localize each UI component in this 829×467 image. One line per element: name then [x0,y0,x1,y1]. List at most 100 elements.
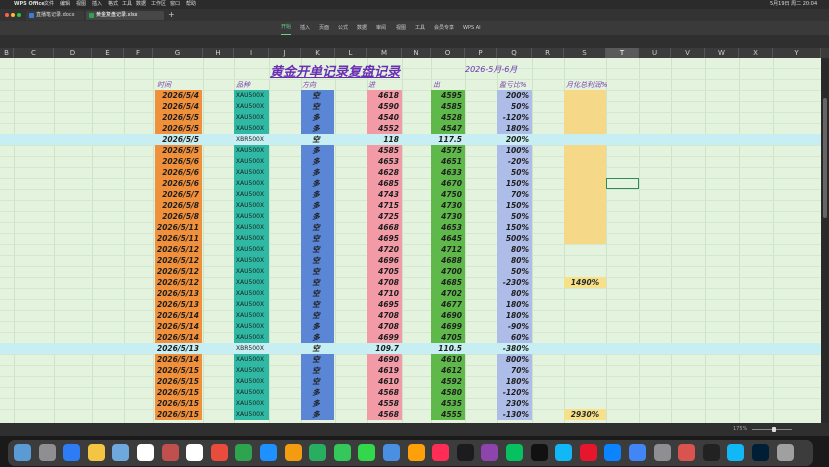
product-cell[interactable]: XAU500X [234,255,266,266]
date-cell[interactable]: 2026/5/15 [155,387,199,398]
header-profit[interactable]: 盈亏比% [499,80,527,90]
date-cell[interactable]: 2026/5/5 [155,145,199,156]
contacts-icon[interactable] [161,444,179,461]
ribbon-tab-formula[interactable]: 公式 [338,21,348,35]
column-header-O[interactable]: O [431,48,465,58]
menu-item-help[interactable]: 帮助 [186,0,196,9]
zoom-level[interactable]: 175% [733,423,747,436]
entry-cell[interactable]: 4725 [367,211,399,222]
ribbon-tab-wps-ai[interactable]: WPS AI [463,21,481,35]
exit-cell[interactable]: 4688 [431,255,462,266]
header-exit[interactable]: 出 [433,80,440,90]
direction-cell[interactable]: 空 [301,299,331,310]
date-cell[interactable]: 2026/5/13 [155,288,199,299]
photoshop-icon[interactable] [752,444,769,461]
exit-cell[interactable]: 117.5 [431,134,462,145]
date-cell[interactable]: 2026/5/6 [155,178,199,189]
qq-icon[interactable] [555,444,573,461]
entry-cell[interactable]: 4695 [367,233,399,244]
ribbon-tab-review[interactable]: 审阅 [376,21,386,35]
exit-cell[interactable]: 4585 [431,101,462,112]
profit-cell[interactable]: 100% [497,145,529,156]
date-cell[interactable]: 2026/5/15 [155,398,199,409]
profit-cell[interactable]: 200% [497,90,529,101]
column-header-J[interactable]: J [269,48,301,58]
product-cell[interactable]: XAU500X [234,376,266,387]
reminders-icon[interactable] [186,444,204,461]
profit-cell[interactable]: -130% [497,409,529,420]
column-header-K[interactable]: K [301,48,335,58]
profit-cell[interactable]: 200% [497,134,529,145]
product-cell[interactable]: XAU500X [234,233,266,244]
ribbon-tab-home[interactable]: 开始 [281,21,292,35]
direction-cell[interactable]: 空 [301,343,331,354]
date-cell[interactable]: 2026/5/14 [155,321,199,332]
direction-cell[interactable]: 多 [301,167,331,178]
column-header-L[interactable]: L [335,48,367,58]
exit-cell[interactable]: 4612 [431,365,462,376]
header-monthly[interactable]: 月化总利润% [566,80,608,90]
photo2-icon[interactable] [407,444,425,461]
exit-cell[interactable]: 4580 [431,387,462,398]
profit-cell[interactable]: 150% [497,200,529,211]
exit-cell[interactable]: 4595 [431,90,462,101]
facetime-icon[interactable] [358,444,376,461]
product-cell[interactable]: XAU500X [234,387,266,398]
date-cell[interactable]: 2026/5/12 [155,255,199,266]
exit-cell[interactable]: 4555 [431,409,462,420]
qq2-icon[interactable] [727,444,745,461]
product-cell[interactable]: XAU500X [234,145,266,156]
menu-item-data[interactable]: 数据 [136,0,146,9]
direction-cell[interactable]: 多 [301,145,331,156]
direction-cell[interactable]: 多 [301,321,331,332]
product-cell[interactable]: XAU500X [234,409,266,420]
menu-item-window[interactable]: 窗口 [170,0,180,9]
product-cell[interactable]: XAU500X [234,178,266,189]
direction-cell[interactable]: 空 [301,101,331,112]
profit-cell[interactable]: 180% [497,310,529,321]
direction-cell[interactable]: 空 [301,354,331,365]
direction-cell[interactable]: 空 [301,277,331,288]
header-product[interactable]: 品种 [236,80,250,90]
tab-document[interactable]: 直播笔记录.docx [26,11,84,20]
column-header-U[interactable]: U [639,48,671,58]
direction-cell[interactable]: 多 [301,178,331,189]
product-cell[interactable]: XAU500X [234,189,266,200]
direction-cell[interactable]: 空 [301,222,331,233]
exit-cell[interactable]: 4535 [431,398,462,409]
tab-spreadsheet[interactable]: 黄金复盘记录.xlsx [86,11,164,20]
entry-cell[interactable]: 4610 [367,376,399,387]
product-cell[interactable]: XAU500X [234,266,266,277]
exit-cell[interactable]: 4677 [431,299,462,310]
exit-cell[interactable]: 4685 [431,277,462,288]
header-entry[interactable]: 进 [368,80,375,90]
product-cell[interactable]: XAU500X [234,222,266,233]
tv-icon[interactable] [456,444,474,461]
column-header-Q[interactable]: Q [497,48,532,58]
exit-cell[interactable]: 4730 [431,200,462,211]
entry-cell[interactable]: 4696 [367,255,399,266]
screen-icon[interactable] [702,444,720,461]
profit-cell[interactable]: 70% [497,365,529,376]
column-header-H[interactable]: H [203,48,234,58]
direction-cell[interactable]: 空 [301,310,331,321]
sheet-period[interactable]: 2026-5月-6月 [465,64,517,75]
column-header-N[interactable]: N [402,48,431,58]
wps2-icon[interactable] [678,444,696,461]
mail-icon[interactable] [383,444,400,461]
ribbon-tab-layout[interactable]: 页面 [319,21,329,35]
exit-cell[interactable]: 4592 [431,376,462,387]
exit-cell[interactable]: 4690 [431,310,462,321]
date-cell[interactable]: 2026/5/15 [155,365,199,376]
date-cell[interactable]: 2026/5/8 [155,200,199,211]
music-icon[interactable] [432,444,450,461]
profit-cell[interactable]: 50% [497,266,529,277]
entry-cell[interactable]: 4568 [367,409,399,420]
wps-icon[interactable] [210,444,228,461]
profit-cell[interactable]: -120% [497,112,529,123]
wechat-icon[interactable] [506,444,523,461]
profit-cell[interactable]: 70% [497,189,529,200]
column-header-W[interactable]: W [705,48,739,58]
exit-cell[interactable]: 4702 [431,288,462,299]
monthly-total-cell[interactable]: 2930% [564,409,606,420]
